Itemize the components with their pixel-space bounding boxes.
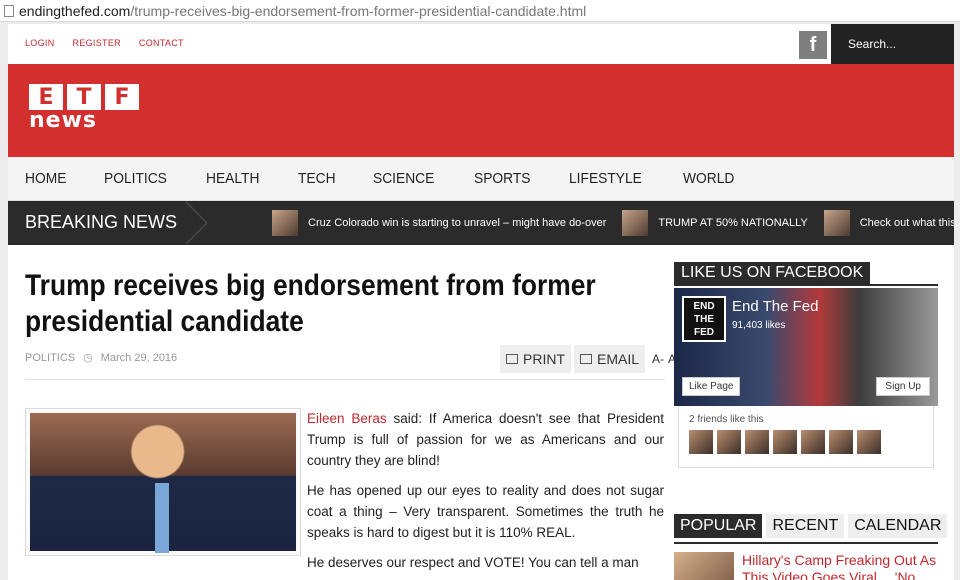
sidebar: LIKE US ON FACEBOOK END THE FED End The …: [674, 262, 948, 580]
ticker-text: Cruz Colorado win is starting to unravel…: [308, 217, 607, 229]
ticker-thumbnail: [272, 210, 298, 236]
popular-thumbnail: [674, 552, 734, 580]
browser-url-bar[interactable]: endingthefed.com/trump-receives-big-endo…: [0, 0, 960, 22]
envelope-icon: [580, 354, 592, 364]
logo-letter-e: E: [29, 84, 63, 110]
facebook-widget-heading: LIKE US ON FACEBOOK: [674, 262, 871, 284]
tab-recent[interactable]: RECENT: [766, 514, 845, 538]
breaking-news-label: BREAKING NEWS: [25, 212, 178, 232]
sign-up-button[interactable]: Sign Up: [876, 377, 930, 396]
news-ticker: Cruz Colorado win is starting to unravel…: [272, 210, 954, 236]
ticker-text: TRUMP AT 50% NATIONALLY: [658, 217, 808, 229]
tab-underline: [674, 542, 938, 544]
paragraph: He deserves our respect and VOTE! You ca…: [307, 555, 639, 570]
article-photo: [25, 408, 301, 556]
avatar[interactable]: [689, 430, 713, 454]
article-tools: PRINT EMAIL A- A+: [500, 345, 683, 373]
nav-politics[interactable]: POLITICS: [104, 170, 167, 187]
nav-world[interactable]: WORLD: [683, 170, 734, 187]
trump-photo: [30, 413, 296, 553]
clock-icon: ◷: [83, 352, 93, 364]
sidebar-tabs: POPULAR RECENT CALENDAR: [674, 514, 951, 538]
article-meta: POLITICS ◷ March 29, 2016: [25, 351, 178, 365]
logo-line: END: [693, 301, 715, 312]
main-nav: HOME POLITICS HEALTH TECH SCIENCE SPORTS…: [8, 157, 954, 201]
url-path: /trump-receives-big-endorsement-from-for…: [130, 2, 587, 19]
ticker-item[interactable]: TRUMP AT 50% NATIONALLY: [622, 210, 808, 236]
nav-lifestyle[interactable]: LIFESTYLE: [569, 170, 642, 187]
friends-text: 2 friends like this: [689, 414, 764, 425]
avatar[interactable]: [773, 430, 797, 454]
article-title: Trump receives big endorsement from form…: [25, 269, 596, 338]
contact-link[interactable]: CONTACT: [139, 38, 184, 48]
popular-item[interactable]: Hillary's Camp Freaking Out As This Vide…: [674, 552, 938, 580]
ticker-item[interactable]: Check out what this Bil: [823, 210, 954, 236]
divider: [25, 379, 665, 380]
heading-underline: [674, 284, 938, 286]
like-page-button[interactable]: Like Page: [682, 377, 741, 396]
url-host: endingthefed.com: [19, 2, 131, 19]
friends-box: 2 friends like this: [678, 406, 934, 468]
breaking-news-bar: BREAKING NEWS Cruz Colorado win is start…: [8, 201, 954, 245]
register-link[interactable]: REGISTER: [73, 38, 121, 48]
nav-sports[interactable]: SPORTS: [474, 170, 530, 187]
email-label: EMAIL: [597, 351, 640, 367]
font-smaller-button[interactable]: A-: [652, 352, 664, 366]
login-link[interactable]: LOGIN: [25, 38, 55, 48]
article-date: March 29, 2016: [100, 351, 178, 364]
paragraph: Eileen Beras said: If America doesn't se…: [307, 408, 664, 471]
email-button[interactable]: EMAIL: [574, 345, 646, 373]
author-link[interactable]: Eileen Beras: [307, 411, 387, 426]
print-label: PRINT: [523, 351, 565, 367]
article: Trump receives big endorsement from form…: [25, 268, 683, 570]
avatar[interactable]: [801, 430, 825, 454]
top-links: LOGIN REGISTER CONTACT: [25, 38, 184, 48]
ticker-text: Check out what this Bil: [859, 217, 954, 229]
popular-title[interactable]: Hillary's Camp Freaking Out As This Vide…: [742, 552, 938, 580]
print-button[interactable]: PRINT: [500, 345, 571, 373]
avatar[interactable]: [717, 430, 741, 454]
logo-line: FED: [694, 327, 714, 338]
avatar[interactable]: [745, 430, 769, 454]
header-banner: E T F news: [8, 64, 954, 157]
logo-letter-f: F: [105, 84, 139, 110]
fb-like-count: 91,403 likes: [732, 320, 786, 331]
nav-health[interactable]: HEALTH: [206, 170, 259, 187]
friend-avatars: [689, 430, 923, 454]
search-input[interactable]: Search...: [831, 24, 954, 64]
top-bar: LOGIN REGISTER CONTACT f Search...: [8, 24, 954, 64]
paragraph: He has opened up our eyes to reality and…: [307, 483, 664, 540]
ticker-thumbnail: [622, 210, 649, 236]
logo-line: THE: [694, 314, 714, 325]
printer-icon: [506, 354, 518, 364]
nav-science[interactable]: SCIENCE: [373, 170, 434, 187]
tab-calendar[interactable]: CALENDAR: [848, 514, 948, 538]
avatar[interactable]: [857, 430, 881, 454]
logo-word: news: [29, 108, 98, 133]
facebook-icon[interactable]: f: [799, 31, 827, 59]
avatar[interactable]: [829, 430, 853, 454]
site-logo[interactable]: E T F news: [29, 84, 141, 134]
logo-letter-t: T: [67, 84, 101, 110]
page-icon: [4, 4, 14, 17]
article-body: Eileen Beras said: If America doesn't se…: [307, 408, 664, 580]
fb-page-name[interactable]: End The Fed: [732, 298, 818, 315]
chevron-inner: [184, 201, 206, 245]
web-page: LOGIN REGISTER CONTACT f Search... E T F…: [8, 24, 954, 580]
nav-home[interactable]: HOME: [25, 170, 66, 187]
facebook-page-widget[interactable]: END THE FED End The Fed 91,403 likes Lik…: [674, 288, 938, 406]
ticker-thumbnail: [823, 210, 850, 236]
category-label[interactable]: POLITICS: [25, 352, 75, 364]
end-the-fed-logo: END THE FED: [682, 296, 726, 342]
ticker-item[interactable]: Cruz Colorado win is starting to unravel…: [272, 210, 606, 236]
nav-tech[interactable]: TECH: [298, 170, 336, 187]
tab-popular[interactable]: POPULAR: [674, 514, 763, 538]
